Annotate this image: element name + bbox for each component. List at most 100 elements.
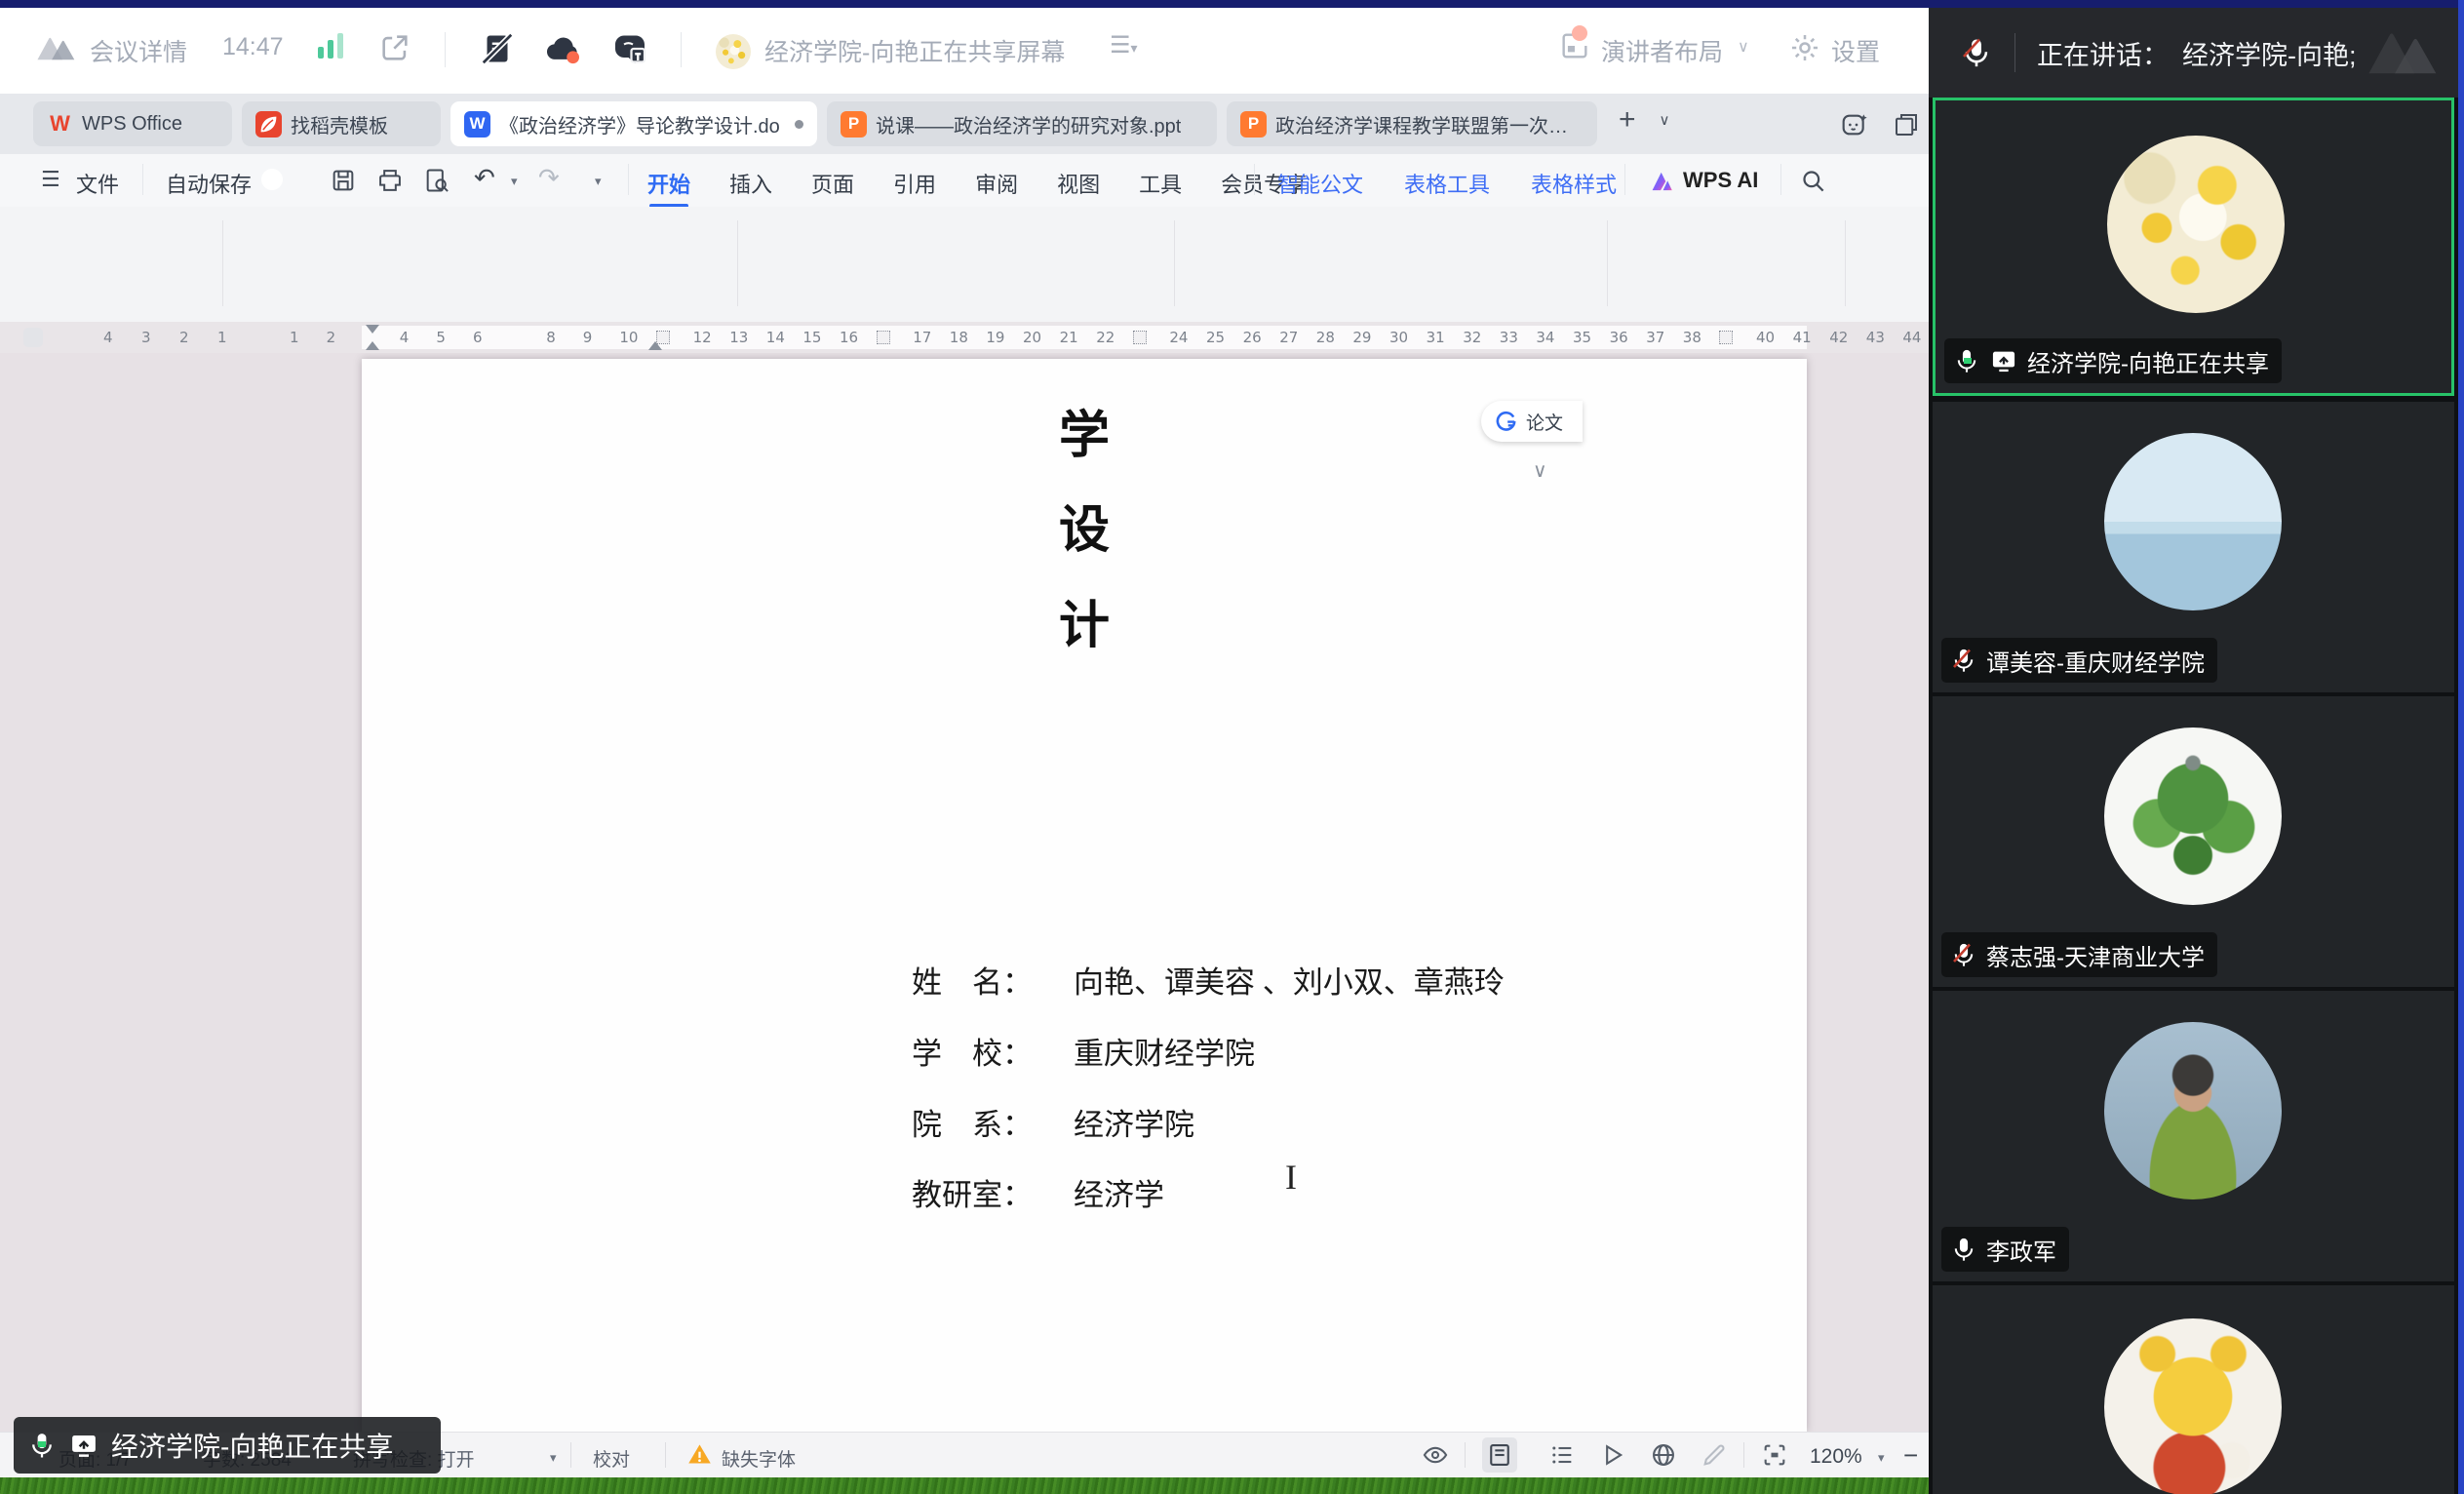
- group-divider: [222, 220, 223, 306]
- divider: [445, 32, 446, 67]
- document-area: 学 设 计 姓 名：向艳、谭美容 、刘小双、章燕玲 学 校：重庆财经学院 院 系…: [0, 353, 1929, 1432]
- ruler-number: 4: [103, 329, 113, 346]
- page-view-selected[interactable]: [1482, 1437, 1517, 1473]
- participants-sidebar: 正在讲话： 经济学院-向艳; 经济学院-向艳正在共享 谭美容-重庆财经学院: [1929, 8, 2458, 1494]
- ink-pen-icon[interactable]: [1701, 1441, 1728, 1469]
- zoom-out-button[interactable]: −: [1903, 1440, 1918, 1471]
- doc-disabled-icon[interactable]: [480, 31, 515, 66]
- fit-page-icon[interactable]: [1761, 1441, 1788, 1469]
- menu-insert[interactable]: 插入: [729, 168, 772, 199]
- right-indent-marker[interactable]: [648, 341, 662, 350]
- ruler-number: 44: [1902, 329, 1921, 346]
- print-icon[interactable]: [376, 167, 404, 194]
- undo-chevron[interactable]: ▾: [511, 174, 518, 189]
- ruler-number: 1: [290, 329, 299, 346]
- wps-menubar: ☰ 文件 自动保存 ↶▾ ↷ ▾ 开始 插入 页面 引用 审阅 视图 工具 会员…: [0, 154, 1929, 207]
- menu-page[interactable]: 页面: [811, 168, 854, 199]
- participant-tile-sharer[interactable]: 经济学院-向艳正在共享: [1933, 98, 2454, 396]
- hanging-indent-marker[interactable]: [366, 341, 379, 350]
- menu-file[interactable]: 文件: [76, 168, 119, 199]
- share-list-icon[interactable]: ☰▾: [1110, 31, 1138, 59]
- redo-icon[interactable]: ↷: [538, 166, 560, 191]
- tab-list-chevron[interactable]: ∨: [1660, 111, 1670, 129]
- participant-tile[interactable]: 李政军: [1933, 991, 2454, 1281]
- divider: [1254, 164, 1255, 195]
- ai-mascot-icon[interactable]: [1839, 109, 1870, 140]
- panel-collapse-chevron[interactable]: ∨: [1533, 458, 1547, 483]
- spellcheck-chevron[interactable]: ▾: [550, 1450, 557, 1466]
- tab-docer-templates[interactable]: 找稻壳模板: [242, 101, 441, 146]
- first-line-indent-marker[interactable]: [366, 325, 379, 334]
- menu-table-tools[interactable]: 表格工具: [1404, 168, 1490, 199]
- menu-review[interactable]: 审阅: [975, 168, 1018, 199]
- menu-home[interactable]: 开始: [647, 168, 690, 199]
- open-external-icon[interactable]: [378, 31, 411, 64]
- speaker-layout-button[interactable]: 演讲者布局: [1601, 33, 1723, 68]
- new-tab-button[interactable]: +: [1619, 103, 1636, 137]
- ruler-number: 6: [473, 329, 483, 346]
- speaking-now-label: 正在讲话：: [2037, 34, 2169, 72]
- tab-ppt-1[interactable]: P 说课——政治经济学的研究对象.ppt: [827, 101, 1217, 146]
- menu-wps-ai[interactable]: WPS AI: [1683, 168, 1758, 193]
- read-mode-icon[interactable]: [1422, 1441, 1449, 1469]
- mic-muted-icon[interactable]: [1960, 36, 1993, 69]
- tab-wps-home[interactable]: W WPS Office: [33, 101, 232, 146]
- gear-icon[interactable]: [1788, 31, 1821, 64]
- quickbar-chevron[interactable]: ▾: [595, 174, 602, 189]
- caption-translate-icon[interactable]: [610, 31, 649, 66]
- doc-title-char: 学: [362, 394, 1807, 467]
- wps-statusbar: 页面: 1/7 字数: 2584 拼写检查: 打开 ▾ 校对 缺失字体 120%…: [0, 1432, 1929, 1478]
- menu-tools[interactable]: 工具: [1139, 168, 1182, 199]
- zoom-level[interactable]: 120%: [1810, 1445, 1862, 1469]
- window-stack-icon[interactable]: [1892, 110, 1921, 139]
- document-page[interactable]: 学 设 计 姓 名：向艳、谭美容 、刘小双、章燕玲 学 校：重庆财经学院 院 系…: [362, 359, 1807, 1432]
- sidebar-header: 正在讲话： 经济学院-向艳;: [1929, 8, 2458, 98]
- menu-view[interactable]: 视图: [1057, 168, 1100, 199]
- menu-smart-doc[interactable]: 智能公文: [1277, 168, 1363, 199]
- ruler-number: 12: [693, 329, 712, 346]
- meeting-topbar: 会议详情 14:47 经济学院-向艳正在共享屏幕 ☰▾ 演讲者布局 ∨ 设置: [0, 8, 1929, 95]
- screen-share-icon: [1989, 347, 2018, 374]
- participant-tile[interactable]: 谭美容-重庆财经学院: [1933, 402, 2454, 692]
- ruler-table-marker: [1133, 331, 1147, 344]
- file-menu-icon: ☰: [41, 168, 60, 192]
- ruler-number: 10: [619, 329, 638, 346]
- doc-title-char: 设: [362, 489, 1807, 562]
- web-view-icon[interactable]: [1650, 1441, 1677, 1469]
- search-icon[interactable]: [1800, 168, 1826, 194]
- ruler-number: 33: [1500, 329, 1518, 346]
- status-missing-font[interactable]: 缺失字体: [722, 1445, 796, 1472]
- play-view-icon[interactable]: [1599, 1441, 1626, 1469]
- zoom-chevron[interactable]: ▾: [1878, 1450, 1885, 1466]
- menu-table-style[interactable]: 表格样式: [1531, 168, 1617, 199]
- meeting-detail-button[interactable]: 会议详情: [90, 33, 187, 68]
- tab-ppt-2[interactable]: P 政治经济学课程教学联盟第一次集体: [1227, 101, 1597, 146]
- ruler-number: 41: [1793, 329, 1812, 346]
- paper-assistant-button[interactable]: 论文: [1481, 401, 1583, 442]
- docer-leaf-icon: [255, 111, 282, 138]
- tab-selector-box[interactable]: [23, 328, 43, 347]
- outline-view-icon[interactable]: [1548, 1441, 1576, 1469]
- layout-indicator-dot: [1558, 29, 1591, 62]
- status-proofread[interactable]: 校对: [593, 1445, 630, 1472]
- participant-tile[interactable]: 蔡志强-天津商业大学: [1933, 696, 2454, 987]
- doc-field-office: 教研室：经济学: [912, 1170, 1164, 1214]
- settings-button[interactable]: 设置: [1831, 33, 1880, 68]
- cloud-record-icon[interactable]: [542, 33, 583, 66]
- ruler-number: 36: [1610, 329, 1628, 346]
- mic-speaking-icon: [27, 1431, 57, 1460]
- participant-tile-partial[interactable]: [1933, 1285, 2454, 1494]
- ruler-number: 26: [1243, 329, 1262, 346]
- menu-reference[interactable]: 引用: [893, 168, 936, 199]
- wps-ai-logo-icon: [1650, 169, 1675, 194]
- doc-field-department: 院 系：经济学院: [912, 1100, 1194, 1144]
- tab-doc-active[interactable]: W 《政治经济学》导论教学设计.do: [450, 101, 817, 146]
- avatar: [2104, 1022, 2282, 1199]
- undo-icon[interactable]: ↶: [474, 166, 495, 191]
- text-cursor: I: [1285, 1157, 1297, 1198]
- save-icon[interactable]: [330, 167, 357, 194]
- wps-logo-icon: W: [47, 111, 73, 138]
- print-preview-icon[interactable]: [423, 167, 450, 194]
- ruler-number: 3: [141, 329, 151, 346]
- participant-label: 蔡志强-天津商业大学: [1941, 932, 2217, 977]
